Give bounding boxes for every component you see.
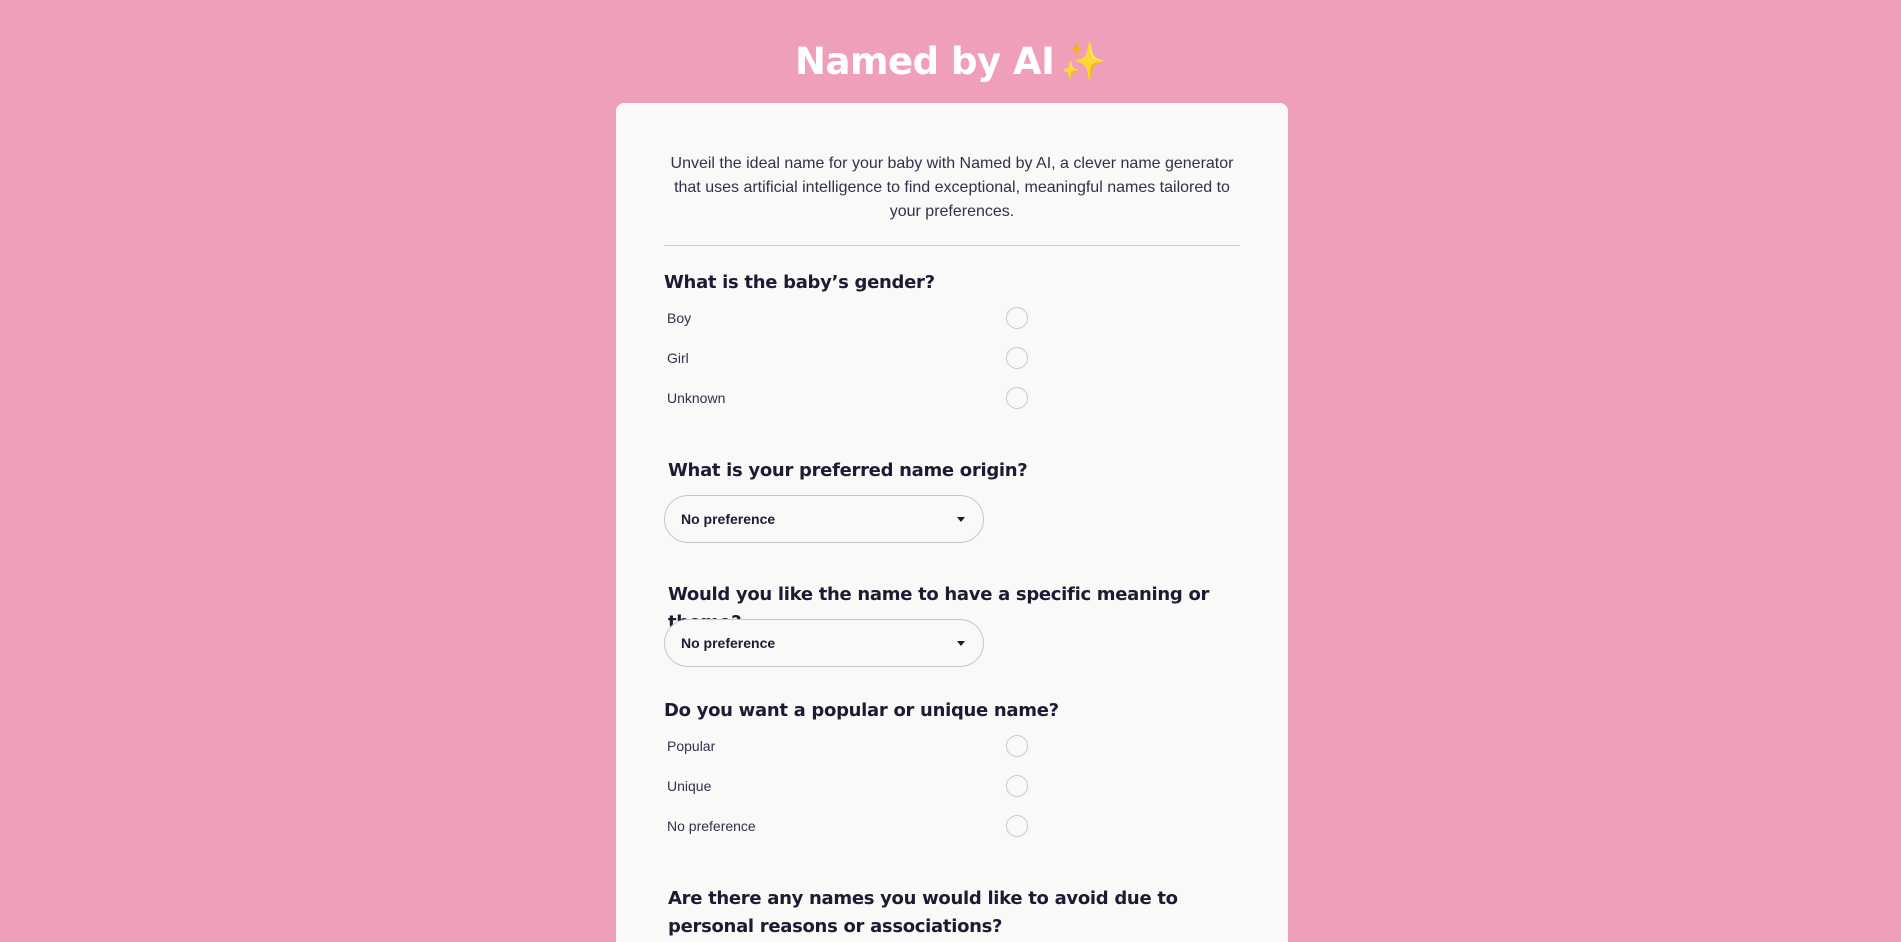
gender-question: What is the baby’s gender? [664,272,935,293]
site-title-text: Named by AI [795,40,1055,83]
option-label: Unknown [667,390,726,406]
option-label: Girl [667,350,689,366]
meaning-select-value: No preference [681,635,776,651]
site-title: Named by AI ✨ [0,40,1901,84]
caret-down-icon [957,641,965,646]
gender-radio-boy[interactable] [1006,307,1028,329]
option-label: Unique [667,778,712,794]
popularity-radio-popular[interactable] [1006,735,1028,757]
origin-select[interactable]: No preference [664,495,984,543]
popularity-question: Do you want a popular or unique name? [664,700,1059,721]
popularity-radio-no-preference[interactable] [1006,815,1028,837]
gender-radio-unknown[interactable] [1006,387,1028,409]
meaning-select[interactable]: No preference [664,619,984,667]
caret-down-icon [957,517,965,522]
option-label: Popular [667,738,716,754]
gender-option-boy[interactable]: Boy [667,305,1028,333]
sparkles-icon: ✨ [1060,40,1106,83]
gender-option-unknown[interactable]: Unknown [667,385,1028,413]
form-card: Unveil the ideal name for your baby with… [616,103,1288,942]
popularity-option-popular[interactable]: Popular [667,733,1028,761]
gender-radio-girl[interactable] [1006,347,1028,369]
intro-text: Unveil the ideal name for your baby with… [670,155,1234,220]
page: Named by AI ✨ Unveil the ideal name for y… [0,0,1901,942]
origin-question: What is your preferred name origin? [668,460,1028,481]
popularity-option-no-preference[interactable]: No preference [667,813,1028,841]
option-label: No preference [667,818,756,834]
popularity-radio-unique[interactable] [1006,775,1028,797]
popularity-option-unique[interactable]: Unique [667,773,1028,801]
avoid-question: Are there any names you would like to av… [668,888,1178,937]
origin-select-value: No preference [681,511,776,527]
gender-option-girl[interactable]: Girl [667,345,1028,373]
option-label: Boy [667,310,692,326]
divider [664,245,1240,246]
